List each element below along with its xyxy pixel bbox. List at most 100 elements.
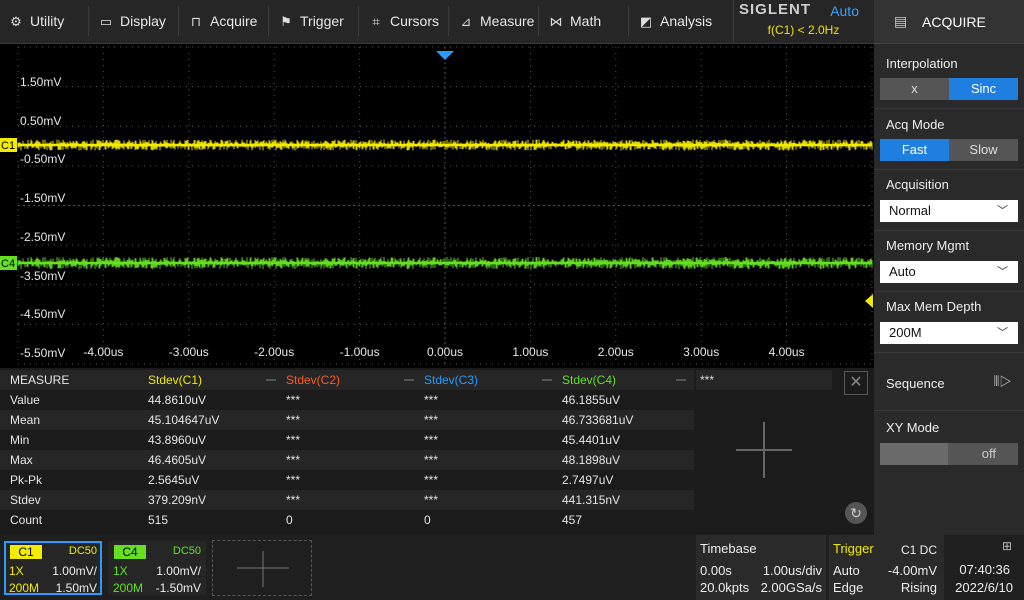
channel-c1-coupling: DC50	[68, 545, 97, 557]
memory-mgmt-dropdown[interactable]: Auto ﹀	[880, 261, 1018, 283]
measure-header-c2[interactable]: Stdev(C2)	[284, 370, 422, 390]
x-axis-label: -2.00us	[254, 345, 294, 359]
add-channel-button[interactable]	[212, 540, 312, 596]
chevron-down-icon: ﹀	[997, 205, 1008, 217]
measure-cell: 48.1898uV	[562, 453, 621, 467]
channel-c1-tag: C1	[10, 545, 42, 559]
menu-divider	[88, 6, 89, 36]
network-icon: ⊞	[1001, 539, 1012, 553]
clock-box: ⊞ 07:40:36 2022/6/10	[944, 535, 1024, 600]
measure-header-c1[interactable]: Stdev(C1)	[146, 370, 284, 390]
measure-cell: ***	[286, 393, 301, 407]
math-icon: ⋈	[549, 14, 563, 29]
channel-c4-scale: 1.00mV/	[156, 564, 201, 578]
acq-mode-slow-option[interactable]: Slow	[949, 139, 1018, 161]
interpolation-x-option[interactable]: x	[880, 78, 949, 100]
menu-divider	[448, 6, 449, 36]
acquisition-label: Acquisition	[886, 177, 949, 192]
measure-cell: 515	[148, 513, 169, 527]
measure-row-label: Value	[10, 393, 40, 407]
menu-cursors[interactable]: ⌗ Cursors	[368, 0, 439, 42]
menu-utility[interactable]: ⚙ Utility	[8, 0, 64, 42]
frequency-counter: f(C1) < 2.0Hz	[767, 23, 840, 37]
brand-area: SIGLENT Auto f(C1) < 2.0Hz	[733, 0, 873, 42]
menu-divider	[268, 6, 269, 36]
measure-row: Mean 45.104647uV *** *** 46.733681uV	[0, 410, 694, 430]
measure-header-c4[interactable]: Stdev(C4)	[560, 370, 694, 390]
trigger-position-marker[interactable]	[436, 51, 454, 60]
measure-cell: 379.209nV	[148, 493, 207, 507]
menu-divider	[538, 6, 539, 36]
menu-trigger[interactable]: ⚑ Trigger	[278, 0, 344, 42]
menu-measure[interactable]: ⊿ Measure	[458, 0, 535, 42]
measure-extra-slot[interactable]: ***	[696, 370, 832, 390]
measure-table: MEASURE Stdev(C1) Stdev(C2) Stdev(C3) St…	[0, 370, 694, 530]
sequence-button[interactable]: Sequence ⦀▷	[874, 353, 1024, 409]
max-mem-depth-dropdown[interactable]: 200M ﹀	[880, 322, 1018, 344]
gear-icon: ⚙	[10, 14, 22, 29]
menu-divider	[628, 6, 629, 36]
timebase-box[interactable]: Timebase 0.00s 1.00us/div 20.0kpts 2.00G…	[696, 535, 826, 600]
measure-cell: 44.8610uV	[148, 393, 207, 407]
x-axis-label: 4.00us	[769, 345, 805, 359]
menu-math[interactable]: ⋈ Math	[548, 0, 602, 42]
trigger-mode: Auto	[833, 563, 860, 578]
trigger-slope: Rising	[900, 580, 937, 595]
interpolation-sinc-option[interactable]: Sinc	[949, 78, 1018, 100]
minus-icon	[404, 379, 414, 381]
measure-cell: ***	[424, 473, 439, 487]
menu-display[interactable]: ▭ Display	[98, 0, 166, 42]
c1-marker-label: C1	[1, 140, 15, 152]
brand-logo: SIGLENT	[739, 1, 812, 18]
waveform-display[interactable]: C1 C4 1.50mV 0.50mV -0.50mV -1.50mV -2.50mV -…	[0, 44, 874, 366]
minus-icon	[266, 379, 276, 381]
close-measure-button[interactable]: ✕	[844, 371, 868, 395]
measure-cell: ***	[424, 413, 439, 427]
menu-divider	[358, 6, 359, 36]
channel-c1-box[interactable]: C1 DC50 1X 1.00mV/ 200M 1.50mV	[4, 541, 102, 595]
play-forward-icon: ⦀▷	[993, 373, 1012, 389]
acq-mode-fast-option[interactable]: Fast	[880, 139, 949, 161]
menu-divider	[178, 6, 179, 36]
add-measurement-button[interactable]	[734, 420, 794, 480]
measure-row: Pk-Pk 2.5645uV *** *** 2.7497uV	[0, 470, 694, 490]
x-axis-label: 3.00us	[683, 345, 719, 359]
measure-cell: 46.733681uV	[562, 413, 634, 427]
channel-c4-coupling: DC50	[172, 545, 201, 557]
reset-statistics-button[interactable]: ↻	[845, 502, 867, 524]
channel-c1-offset: 1.50mV	[55, 581, 97, 595]
panel-divider	[874, 410, 1024, 411]
clock-time: 07:40:36	[959, 562, 1010, 577]
channel-c1-bandwidth: 200M	[9, 581, 40, 595]
trigger-level-marker[interactable]	[865, 294, 873, 308]
channel-c1-scale: 1.00mV/	[52, 564, 97, 578]
y-axis-label: -2.50mV	[20, 230, 65, 244]
acquisition-dropdown[interactable]: Normal ﹀	[880, 200, 1018, 222]
c4-marker[interactable]: C4	[0, 256, 17, 270]
y-axis-label: -1.50mV	[20, 191, 65, 205]
trigger-type: Edge	[833, 580, 864, 595]
measure-body: Value 44.8610uV *** *** 46.1855uV Mean 45.1046…	[0, 390, 694, 530]
trigger-mode-indicator[interactable]: Auto	[830, 3, 859, 19]
timebase-scale: 1.00us/div	[762, 563, 822, 578]
x-axis-label: 0.00us	[427, 345, 463, 359]
xy-mode-toggle[interactable]: off	[880, 443, 1018, 465]
measure-header-c3[interactable]: Stdev(C3)	[422, 370, 560, 390]
timebase-title: Timebase	[700, 541, 757, 556]
measure-cell: 45.4401uV	[562, 433, 621, 447]
status-bar: C1 DC50 1X 1.00mV/ 200M 1.50mV C4 DC50 1…	[0, 535, 941, 600]
measure-row-label: Min	[10, 433, 30, 447]
menu-analysis[interactable]: ◩ Analysis	[638, 0, 712, 42]
trigger-box[interactable]: Trigger C1 DC Auto -4.00mV Edge Rising	[829, 535, 941, 600]
memory-mgmt-value: Auto	[889, 264, 916, 279]
measure-cell: 2.5645uV	[148, 473, 200, 487]
measure-cell: ***	[286, 433, 301, 447]
channel-c4-offset: -1.50mV	[155, 581, 201, 595]
measure-row: Max 46.4605uV *** *** 48.1898uV	[0, 450, 694, 470]
c1-marker[interactable]: C1	[0, 138, 17, 152]
channel-c4-box[interactable]: C4 DC50 1X 1.00mV/ 200M -1.50mV	[108, 541, 206, 595]
menu-acquire[interactable]: ⊓ Acquire	[188, 0, 258, 42]
refresh-icon: ↻	[850, 505, 862, 521]
y-axis-label: 0.50mV	[20, 114, 61, 128]
xy-mode-toggle-knob	[880, 443, 948, 465]
